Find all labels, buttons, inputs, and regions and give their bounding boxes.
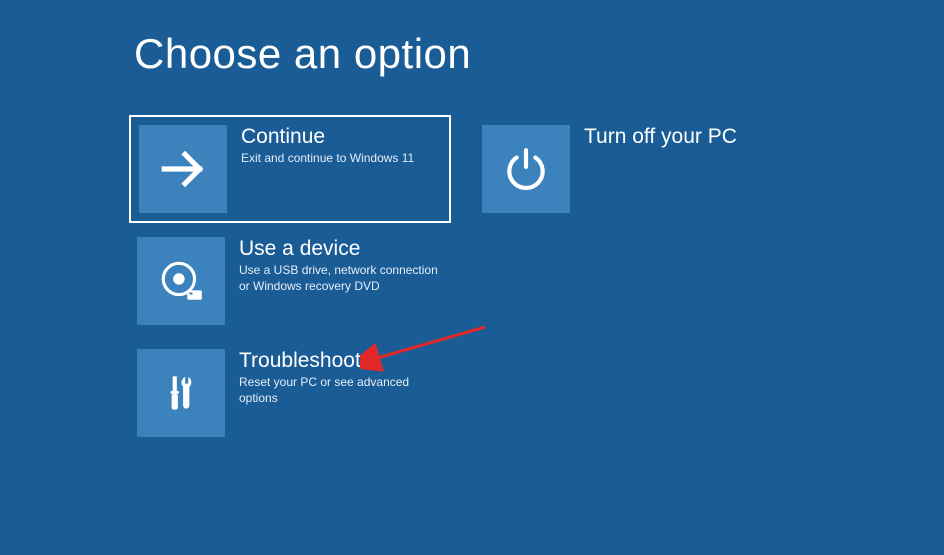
tile-continue-title: Continue <box>241 125 414 148</box>
arrow-right-icon <box>139 125 227 213</box>
tile-troubleshoot-desc: Reset your PC or see advanced options <box>239 375 443 406</box>
tile-troubleshoot[interactable]: Troubleshoot Reset your PC or see advanc… <box>129 339 451 447</box>
power-icon <box>482 125 570 213</box>
tile-usedevice-desc: Use a USB drive, network connection or W… <box>239 263 443 294</box>
tile-turnoff[interactable]: Turn off your PC <box>472 115 794 223</box>
tile-usedevice-title: Use a device <box>239 237 443 260</box>
tools-icon <box>137 349 225 437</box>
tile-turnoff-title: Turn off your PC <box>584 125 737 148</box>
tile-usedevice[interactable]: Use a device Use a USB drive, network co… <box>129 227 451 335</box>
tile-continue[interactable]: Continue Exit and continue to Windows 11 <box>129 115 451 223</box>
page-title: Choose an option <box>134 30 471 78</box>
tile-continue-desc: Exit and continue to Windows 11 <box>241 151 414 167</box>
tile-troubleshoot-title: Troubleshoot <box>239 349 443 372</box>
disc-usb-icon <box>137 237 225 325</box>
